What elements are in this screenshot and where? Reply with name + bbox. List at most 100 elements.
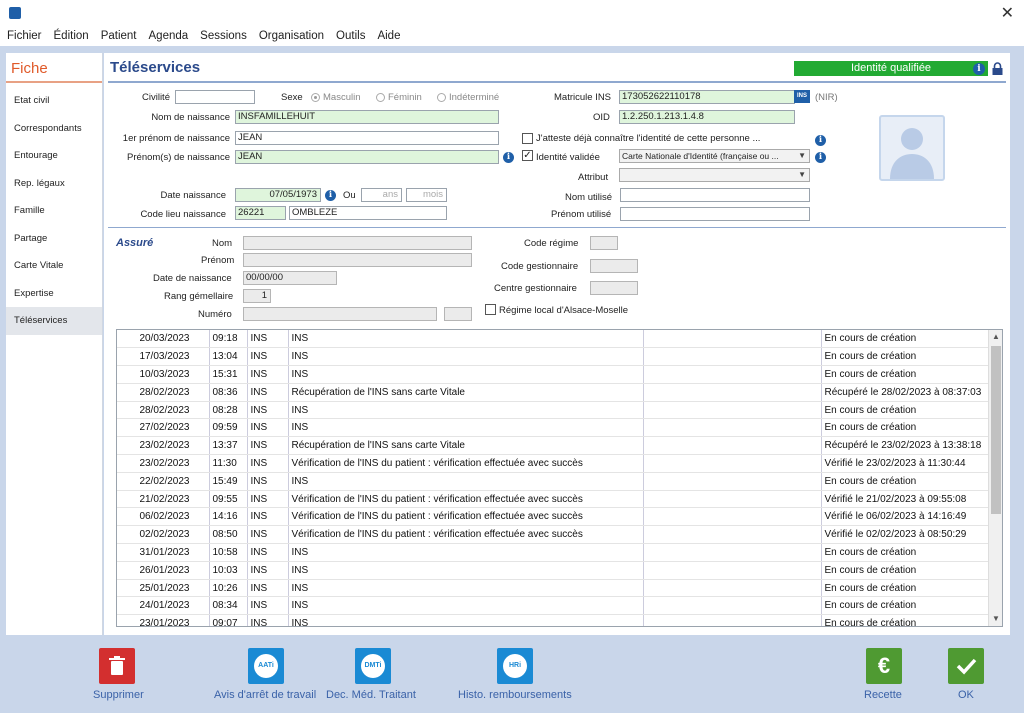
- hri-button[interactable]: HRi: [497, 648, 533, 684]
- ok-button[interactable]: [948, 648, 984, 684]
- table-row[interactable]: 27/02/2023 09:59 INS INS En cours de créatio…: [117, 418, 989, 438]
- sidebar-item-correspondants[interactable]: Correspondants: [6, 115, 102, 143]
- matricule-field[interactable]: 173052622110178: [619, 90, 795, 104]
- scrollbar-thumb[interactable]: [991, 346, 1001, 514]
- table-row[interactable]: 22/02/2023 15:49 INS INS En cours de créatio…: [117, 472, 989, 491]
- premier-prenom-field[interactable]: JEAN: [235, 131, 499, 145]
- table-cell: Récupéré le 28/02/2023 à 08:37:03: [821, 383, 989, 402]
- commune-field[interactable]: OMBLEZE: [289, 206, 447, 220]
- table-row[interactable]: 23/01/2023 09:07 INS INS En cours de créatio…: [117, 614, 989, 626]
- centre-gestionnaire-field[interactable]: [590, 281, 638, 295]
- table-cell: [643, 490, 822, 509]
- table-row[interactable]: 06/02/2023 14:16 INS Vérification de l'INS …: [117, 507, 989, 527]
- regime-local-checkbox[interactable]: [485, 304, 496, 315]
- assure-rang-field[interactable]: 1: [243, 289, 271, 303]
- menu-agenda[interactable]: Agenda: [149, 26, 189, 46]
- table-row[interactable]: 28/02/2023 08:28 INS INS En cours de créatio…: [117, 401, 989, 420]
- prenoms-field[interactable]: JEAN: [235, 150, 499, 164]
- vertical-scrollbar[interactable]: ▲ ▼: [988, 330, 1002, 626]
- nir-label: (NIR): [815, 92, 838, 103]
- date-naissance-field[interactable]: 07/05/1973: [235, 188, 321, 202]
- code-gestionnaire-field[interactable]: [590, 259, 638, 273]
- close-icon[interactable]: ✕: [1001, 3, 1014, 23]
- table-row[interactable]: 31/01/2023 10:58 INS INS En cours de créatio…: [117, 543, 989, 562]
- aati-button[interactable]: AATi: [248, 648, 284, 684]
- table-row[interactable]: 10/03/2023 15:31 INS INS En cours de créatio…: [117, 365, 989, 384]
- table-row[interactable]: 28/02/2023 08:36 INS Récupération de l'INS …: [117, 383, 989, 402]
- table-row[interactable]: 17/03/2023 13:04 INS INS En cours de créatio…: [117, 347, 989, 367]
- assure-prenom-field[interactable]: [243, 253, 472, 267]
- table-row[interactable]: 20/03/2023 09:18 INS INS En cours de créatio…: [117, 330, 989, 349]
- ok-label[interactable]: OK: [958, 689, 974, 701]
- scroll-down-icon[interactable]: ▼: [989, 612, 1002, 626]
- oid-label: OID: [593, 112, 610, 123]
- info-icon[interactable]: i: [815, 135, 826, 146]
- menu-edition[interactable]: Édition: [54, 26, 89, 46]
- recette-button[interactable]: €: [866, 648, 902, 684]
- aati-label[interactable]: Avis d'arrêt de travail: [214, 689, 316, 701]
- sexe-masculin-radio[interactable]: Masculin: [311, 92, 361, 103]
- table-row[interactable]: 26/01/2023 10:03 INS INS En cours de créatio…: [117, 561, 989, 580]
- table-row[interactable]: 25/01/2023 10:26 INS INS En cours de créatio…: [117, 579, 989, 598]
- menu-patient[interactable]: Patient: [101, 26, 137, 46]
- sidebar-item-teleservices[interactable]: Téléservices: [6, 307, 102, 335]
- age-mois-field[interactable]: mois: [406, 188, 447, 202]
- info-icon[interactable]: i: [503, 152, 514, 163]
- table-cell: [643, 365, 822, 384]
- table-cell: Vérification de l'INS du patient : vérif…: [288, 490, 644, 509]
- table-row[interactable]: 23/02/2023 13:37 INS Récupération de l'INS …: [117, 436, 989, 456]
- sidebar-item-etat-civil[interactable]: Etat civil: [6, 87, 102, 115]
- info-icon[interactable]: i: [325, 190, 336, 201]
- table-row[interactable]: 24/01/2023 08:34 INS INS En cours de créatio…: [117, 596, 989, 616]
- code-regime-field[interactable]: [590, 236, 618, 250]
- hri-label[interactable]: Histo. remboursements: [458, 689, 572, 701]
- recette-label[interactable]: Recette: [864, 689, 902, 701]
- sidebar-item-entourage[interactable]: Entourage: [6, 142, 102, 170]
- assure-nom-field[interactable]: [243, 236, 472, 250]
- sidebar-item-carte-vitale[interactable]: Carte Vitale: [6, 252, 102, 280]
- sexe-indetermine-radio[interactable]: Indéterminé: [437, 92, 499, 103]
- sexe-feminin-radio[interactable]: Féminin: [376, 92, 422, 103]
- menu-aide[interactable]: Aide: [377, 26, 400, 46]
- delete-button[interactable]: [99, 648, 135, 684]
- lock-icon[interactable]: [992, 62, 1003, 75]
- dmti-button[interactable]: DMTi: [355, 648, 391, 684]
- table-cell: 06/02/2023: [117, 507, 210, 527]
- table-cell: INS: [288, 543, 644, 562]
- assure-numero-cle-field[interactable]: [444, 307, 472, 321]
- sidebar-item-famille[interactable]: Famille: [6, 197, 102, 225]
- oid-field[interactable]: 1.2.250.1.213.1.4.8: [619, 110, 795, 124]
- table-row[interactable]: 21/02/2023 09:55 INS Vérification de l'INS …: [117, 490, 989, 509]
- civilite-field[interactable]: [175, 90, 255, 104]
- assure-date-field[interactable]: 00/00/00: [243, 271, 337, 285]
- age-ans-field[interactable]: ans: [361, 188, 402, 202]
- table-row[interactable]: 23/02/2023 11:30 INS Vérification de l'INS …: [117, 454, 989, 473]
- table-cell: En cours de création: [821, 614, 989, 626]
- table-cell: 09:55: [209, 490, 248, 509]
- info-icon[interactable]: i: [815, 152, 826, 163]
- sidebar-item-expertise[interactable]: Expertise: [6, 280, 102, 308]
- atteste-checkbox[interactable]: [522, 133, 533, 144]
- menu-organisation[interactable]: Organisation: [259, 26, 324, 46]
- attribut-select[interactable]: ▼: [619, 168, 810, 182]
- nom-utilise-field[interactable]: [620, 188, 810, 202]
- sidebar-item-partage[interactable]: Partage: [6, 225, 102, 253]
- table-row[interactable]: 02/02/2023 08:50 INS Vérification de l'INS …: [117, 525, 989, 545]
- menu-fichier[interactable]: Fichier: [7, 26, 42, 46]
- dmti-label[interactable]: Dec. Méd. Traitant: [326, 689, 416, 701]
- delete-label[interactable]: Supprimer: [93, 689, 144, 701]
- info-icon[interactable]: i: [973, 62, 985, 75]
- identite-validee-checkbox[interactable]: ✓: [522, 150, 533, 161]
- avatar[interactable]: [879, 115, 945, 181]
- prenom-utilise-field[interactable]: [620, 207, 810, 221]
- menu-sessions[interactable]: Sessions: [200, 26, 247, 46]
- scroll-up-icon[interactable]: ▲: [989, 330, 1002, 344]
- nom-naissance-field[interactable]: INSFAMILLEHUIT: [235, 110, 499, 124]
- table-cell: INS: [247, 543, 289, 562]
- code-lieu-field[interactable]: 26221: [235, 206, 286, 220]
- table-cell: INS: [247, 579, 289, 598]
- menu-outils[interactable]: Outils: [336, 26, 365, 46]
- identite-document-select[interactable]: Carte Nationale d'Identité (française ou…: [619, 149, 810, 163]
- assure-numero-field[interactable]: [243, 307, 437, 321]
- sidebar-item-rep-legaux[interactable]: Rep. légaux: [6, 170, 102, 198]
